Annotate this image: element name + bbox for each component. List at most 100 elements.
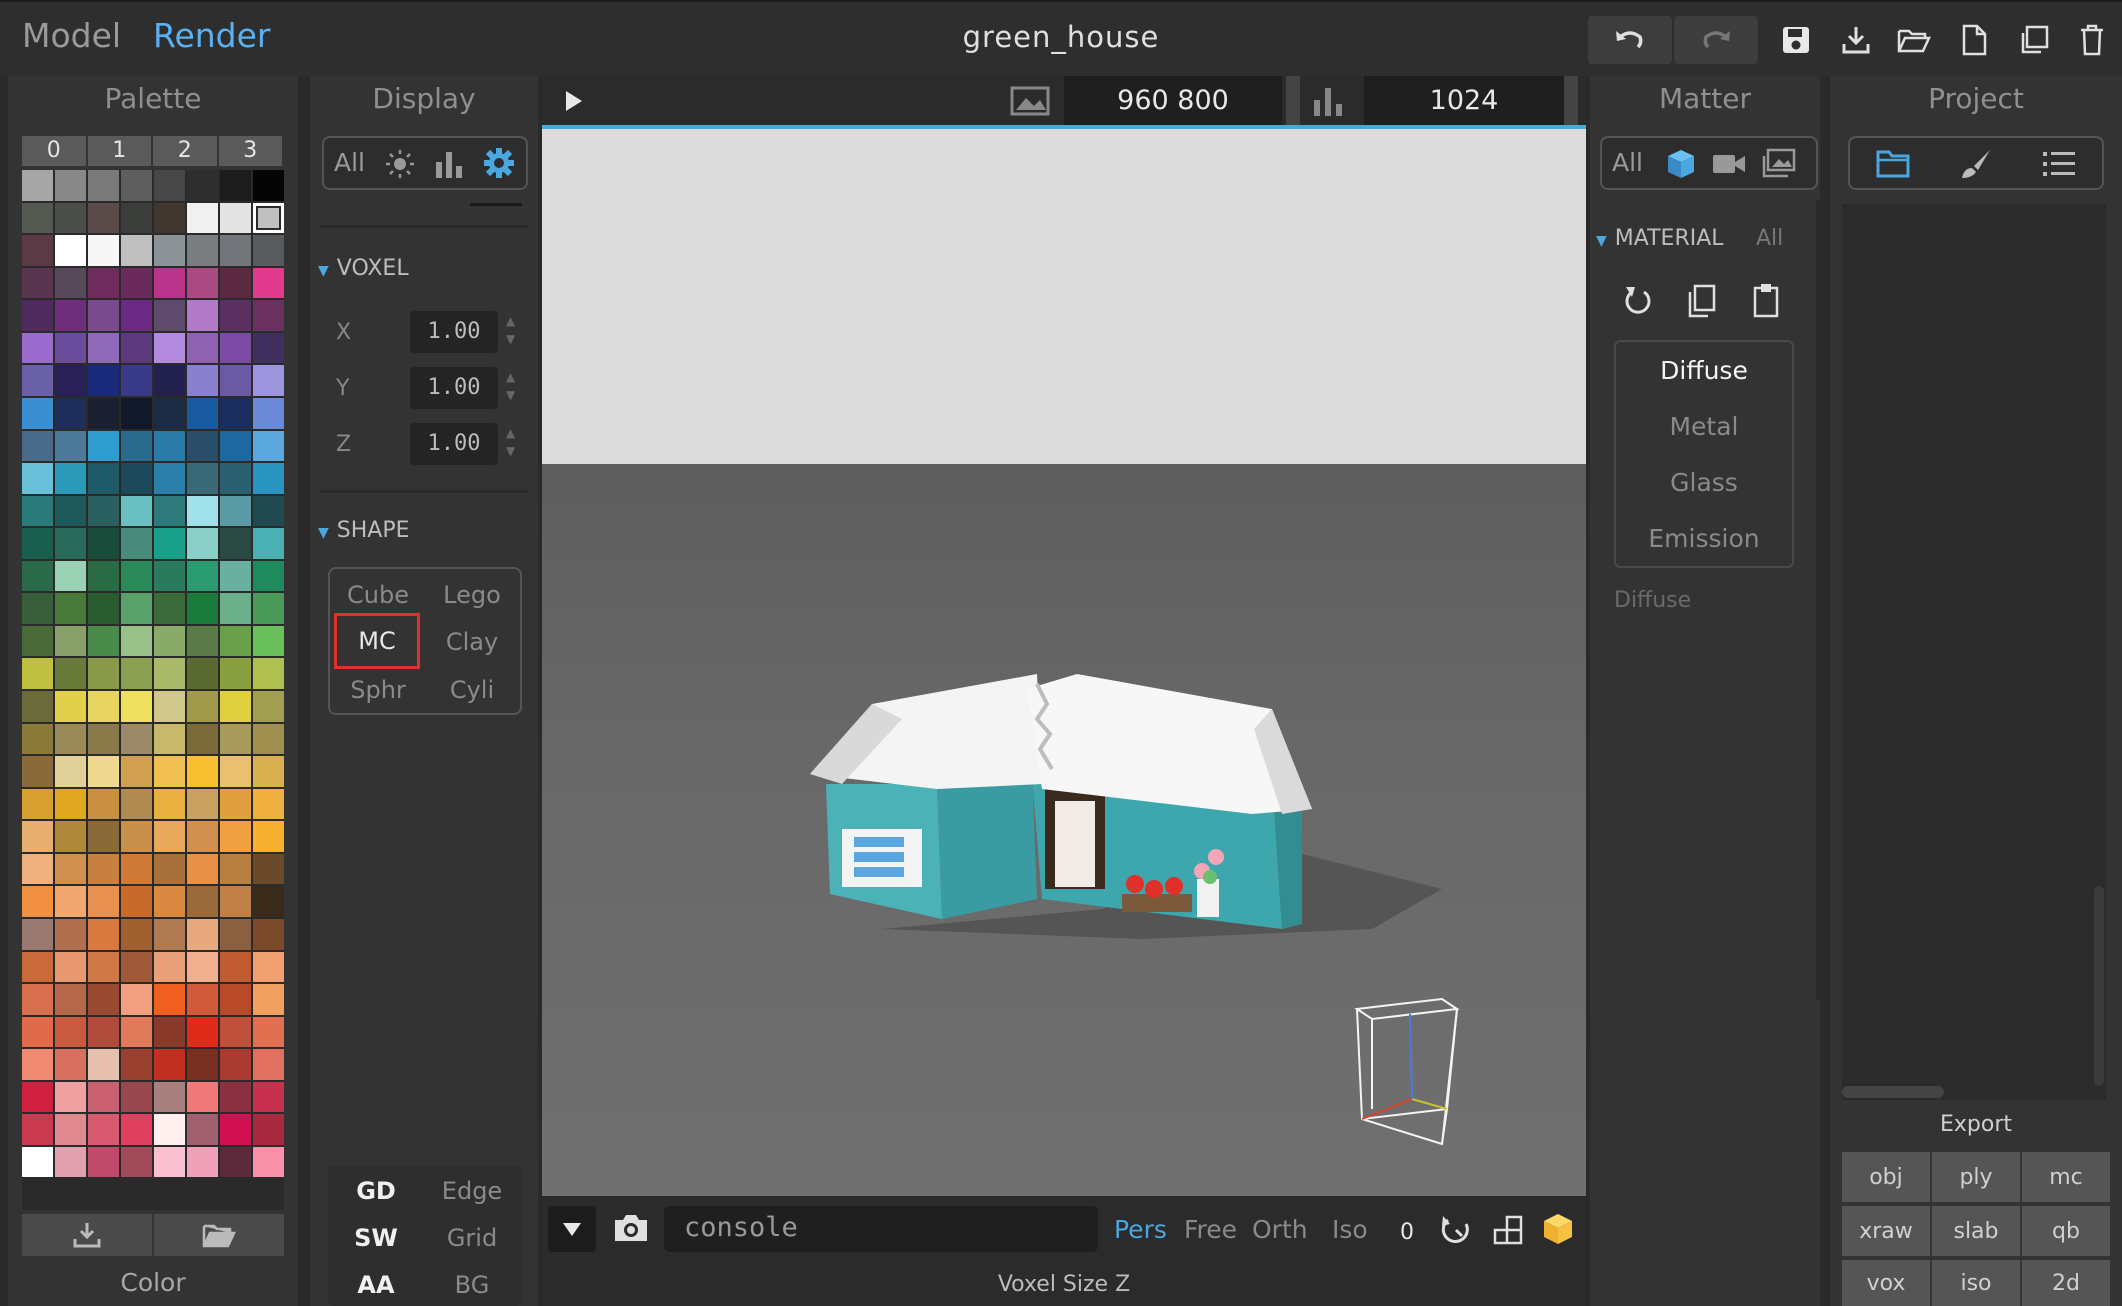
- palette-swatch[interactable]: [22, 821, 53, 852]
- option-grid[interactable]: Grid: [432, 1224, 512, 1252]
- render-viewport[interactable]: [542, 129, 1586, 1196]
- palette-swatch[interactable]: [220, 495, 251, 527]
- palette-swatch[interactable]: [22, 332, 53, 364]
- palette-swatch[interactable]: [121, 1016, 152, 1048]
- palette-swatch[interactable]: [154, 951, 185, 983]
- palette-swatch[interactable]: [220, 658, 251, 689]
- palette-swatch[interactable]: [253, 658, 284, 689]
- palette-swatch[interactable]: [55, 1081, 86, 1113]
- palette-swatch[interactable]: [154, 430, 185, 462]
- palette-swatch[interactable]: [253, 235, 284, 266]
- palette-swatch[interactable]: [253, 300, 284, 331]
- undo-button[interactable]: [1588, 16, 1672, 64]
- palette-swatch[interactable]: [88, 593, 119, 624]
- palette-swatch[interactable]: [55, 430, 86, 462]
- palette-swatch[interactable]: [22, 560, 53, 592]
- palette-swatch[interactable]: [220, 723, 251, 755]
- camera-pers-button[interactable]: Pers: [1114, 1215, 1167, 1244]
- palette-swatch[interactable]: [55, 886, 86, 917]
- palette-swatch[interactable]: [55, 918, 86, 950]
- export-obj-button[interactable]: obj: [1842, 1152, 1930, 1202]
- resolution-field[interactable]: 960 800: [1064, 76, 1282, 126]
- palette-swatch[interactable]: [154, 1016, 185, 1048]
- voxel-z-stepper[interactable]: ▲ ▼: [506, 424, 515, 460]
- palette-swatch[interactable]: [88, 886, 119, 917]
- palette-swatch[interactable]: [154, 886, 185, 917]
- chart-bars-icon[interactable]: [434, 150, 464, 178]
- palette-swatch[interactable]: [22, 528, 53, 559]
- palette-swatch[interactable]: [121, 332, 152, 364]
- palette-swatch[interactable]: [121, 723, 152, 755]
- camera-free-button[interactable]: Free: [1184, 1215, 1237, 1244]
- palette-swatch[interactable]: [253, 984, 284, 1015]
- voxel-y-stepper[interactable]: ▲ ▼: [506, 368, 515, 404]
- palette-swatch[interactable]: [187, 984, 218, 1015]
- shape-mc-option[interactable]: MC: [334, 613, 420, 669]
- palette-swatch[interactable]: [220, 300, 251, 331]
- viewport-menu-button[interactable]: [548, 1206, 596, 1252]
- palette-swatch[interactable]: [88, 1016, 119, 1048]
- palette-swatch[interactable]: [88, 788, 119, 820]
- palette-swatch[interactable]: [220, 1114, 251, 1145]
- palette-swatch[interactable]: [187, 528, 218, 559]
- palette-swatch[interactable]: [121, 1081, 152, 1113]
- palette-swatch[interactable]: [220, 1049, 251, 1080]
- palette-swatch[interactable]: [22, 756, 53, 787]
- palette-swatch[interactable]: [22, 984, 53, 1015]
- palette-swatch[interactable]: [154, 691, 185, 722]
- palette-swatch[interactable]: [22, 1146, 53, 1178]
- palette-swatch[interactable]: [220, 202, 251, 234]
- palette-swatch[interactable]: [121, 788, 152, 820]
- palette-swatch[interactable]: [121, 365, 152, 396]
- palette-swatch[interactable]: [187, 202, 218, 234]
- palette-swatch[interactable]: [220, 951, 251, 983]
- export-mc-button[interactable]: mc: [2022, 1152, 2110, 1202]
- palette-swatch[interactable]: [55, 235, 86, 266]
- palette-swatch[interactable]: [55, 1114, 86, 1145]
- reset-icon[interactable]: [1622, 284, 1654, 318]
- material-metal-option[interactable]: Metal: [1616, 412, 1792, 441]
- palette-swatch[interactable]: [55, 756, 86, 787]
- palette-swatch[interactable]: [220, 625, 251, 657]
- palette-swatch[interactable]: [121, 397, 152, 429]
- palette-swatch[interactable]: [187, 300, 218, 331]
- palette-swatch[interactable]: [253, 365, 284, 396]
- shape-sphere-option[interactable]: Sphr: [338, 676, 418, 704]
- palette-swatch[interactable]: [55, 300, 86, 331]
- palette-swatch[interactable]: [154, 756, 185, 787]
- palette-swatch[interactable]: [55, 723, 86, 755]
- camera-orth-button[interactable]: Orth: [1252, 1215, 1308, 1244]
- palette-swatch[interactable]: [154, 1146, 185, 1178]
- palette-swatch[interactable]: [22, 658, 53, 689]
- palette-swatch[interactable]: [88, 756, 119, 787]
- palette-swatch[interactable]: [187, 625, 218, 657]
- export-slab-button[interactable]: slab: [1932, 1206, 2020, 1256]
- palette-swatch[interactable]: [121, 853, 152, 885]
- palette-swatch[interactable]: [220, 691, 251, 722]
- palette-swatch[interactable]: [187, 788, 218, 820]
- palette-swatch[interactable]: [253, 723, 284, 755]
- palette-swatch[interactable]: [187, 365, 218, 396]
- palette-swatch[interactable]: [88, 691, 119, 722]
- palette-swatch[interactable]: [187, 821, 218, 852]
- palette-swatch[interactable]: [154, 365, 185, 396]
- palette-swatch[interactable]: [154, 267, 185, 299]
- palette-swatch[interactable]: [187, 1114, 218, 1145]
- palette-swatch[interactable]: [22, 463, 53, 494]
- palette-swatch[interactable]: [88, 170, 119, 201]
- palette-swatch[interactable]: [88, 625, 119, 657]
- palette-swatch[interactable]: [22, 1081, 53, 1113]
- palette-import-button[interactable]: [22, 1214, 152, 1256]
- palette-swatch[interactable]: [187, 723, 218, 755]
- palette-swatch[interactable]: [253, 1146, 284, 1178]
- palette-swatch[interactable]: [220, 560, 251, 592]
- palette-swatch[interactable]: [22, 267, 53, 299]
- console-input[interactable]: console: [664, 1206, 1098, 1252]
- palette-swatch[interactable]: [220, 235, 251, 266]
- palette-swatch[interactable]: [22, 300, 53, 331]
- voxel-y-input[interactable]: 1.00: [410, 367, 498, 409]
- palette-swatch[interactable]: [22, 951, 53, 983]
- palette-swatch[interactable]: [121, 463, 152, 494]
- palette-swatch[interactable]: [220, 756, 251, 787]
- palette-swatch[interactable]: [55, 560, 86, 592]
